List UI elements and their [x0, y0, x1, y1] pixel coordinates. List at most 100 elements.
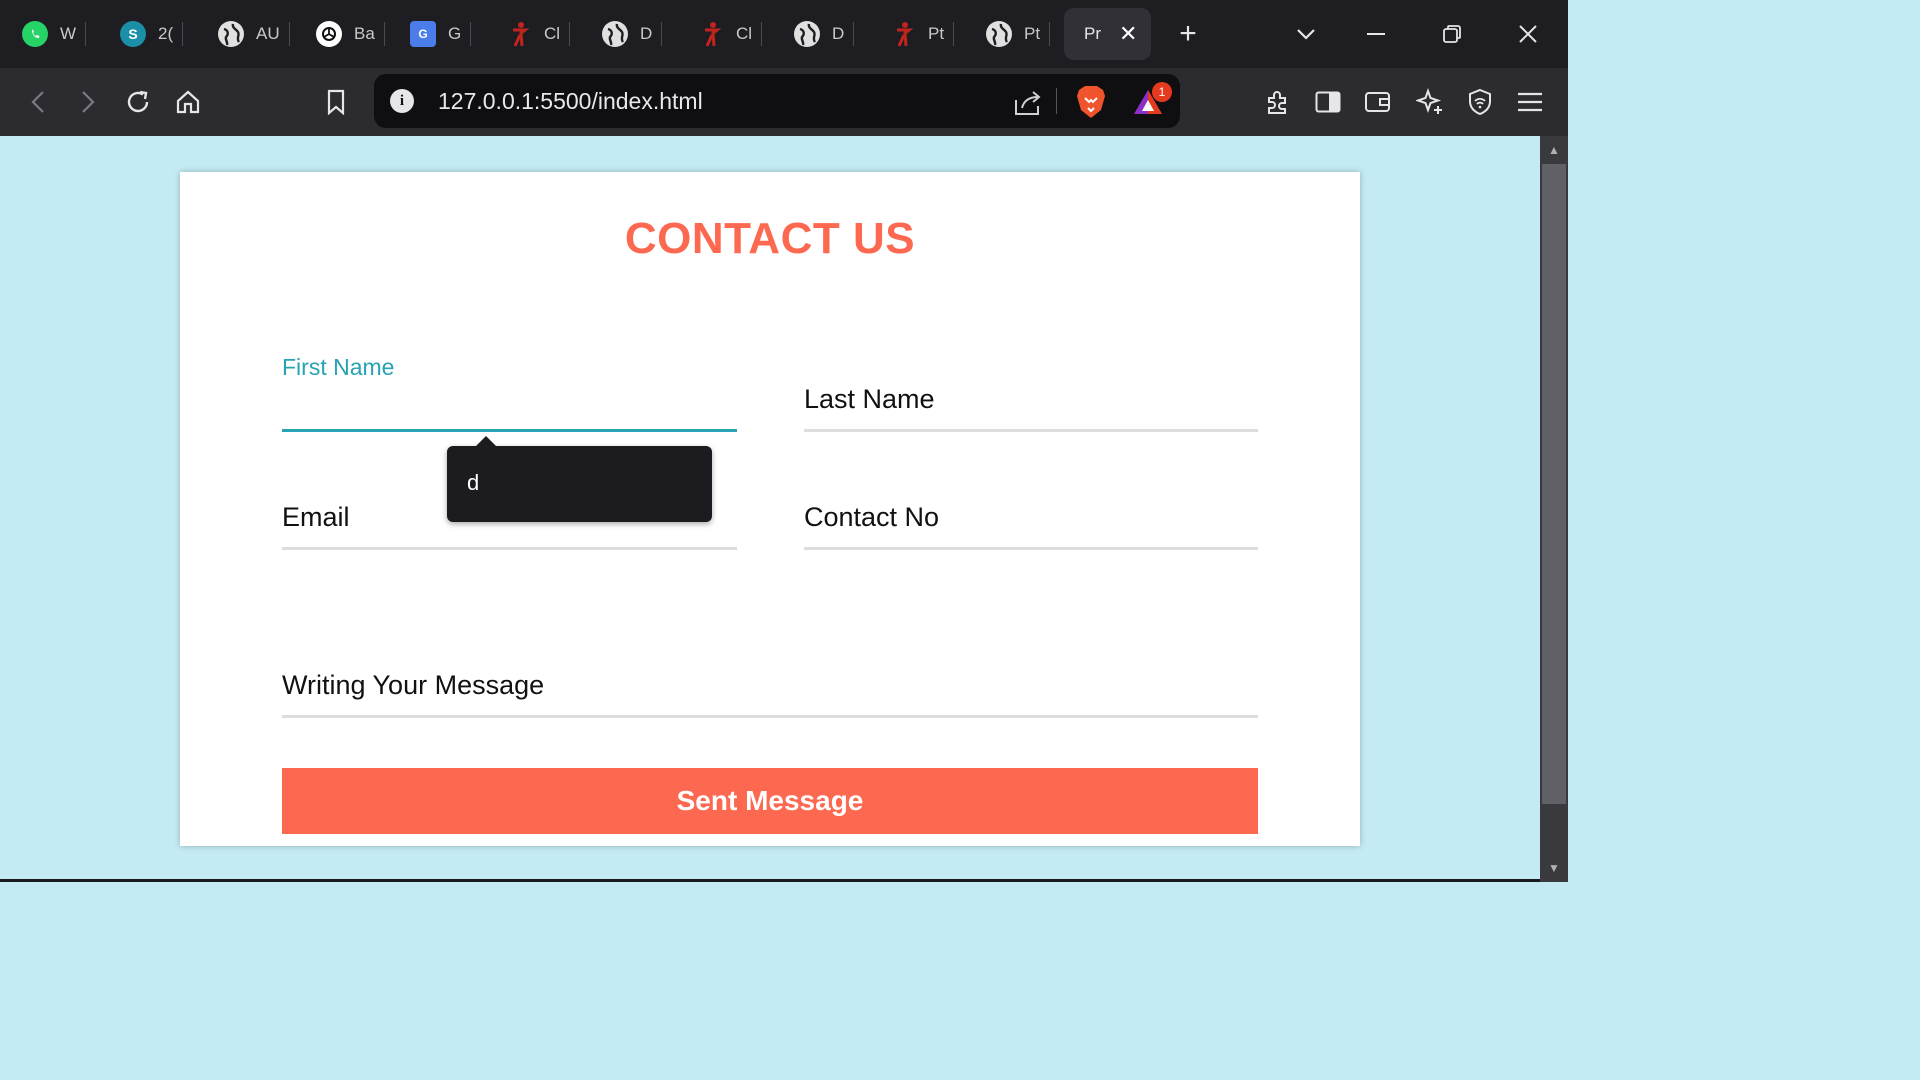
tab-item[interactable]: Ba: [316, 8, 385, 60]
globe-icon: [218, 21, 244, 47]
restore-button[interactable]: [1434, 16, 1470, 52]
field-underline: [282, 429, 737, 432]
scroll-up-icon[interactable]: ▲: [1540, 136, 1568, 164]
runner-icon: [698, 21, 724, 47]
bookmark-icon: [327, 89, 345, 115]
puzzle-icon: [1268, 91, 1286, 114]
wallet-icon: [1365, 92, 1390, 112]
extensions-button[interactable]: [1258, 82, 1298, 122]
browser-toolbar: i 127.0.0.1:5500/index.html 1: [0, 68, 1568, 136]
autocomplete-popup: d: [447, 436, 712, 522]
close-window-button[interactable]: [1510, 16, 1546, 52]
tab-title: W: [60, 24, 77, 43]
tab-title: D: [832, 24, 845, 43]
email-label: Email: [282, 502, 350, 532]
field-underline: [282, 715, 1258, 718]
window-border: [0, 879, 1540, 882]
message-field[interactable]: Writing Your Message: [282, 658, 1258, 718]
tab-item[interactable]: W: [22, 8, 87, 60]
tab-item[interactable]: AU: [218, 8, 290, 60]
minimize-button[interactable]: [1358, 16, 1394, 52]
tab-title: Cl: [736, 24, 753, 43]
globe-icon: [794, 21, 820, 47]
tab-separator: [953, 22, 955, 46]
first-name-label: First Name: [282, 354, 395, 380]
reload-icon: [127, 90, 149, 113]
autocomplete-suggestion[interactable]: d: [467, 470, 479, 496]
divider: [1056, 88, 1057, 114]
runner-icon: [890, 21, 916, 47]
field-underline: [804, 429, 1258, 432]
site-info-icon[interactable]: i: [390, 89, 414, 113]
forward-button[interactable]: [68, 82, 108, 122]
brave-shields-icon[interactable]: [1074, 84, 1108, 120]
tab-separator: [569, 22, 571, 46]
first-name-input[interactable]: [282, 392, 737, 428]
sidebar-icon: [1315, 91, 1341, 113]
first-name-field[interactable]: First Name: [282, 350, 737, 432]
vertical-scrollbar[interactable]: ▲ ▼: [1540, 136, 1568, 882]
leo-ai-button[interactable]: [1410, 82, 1450, 122]
last-name-field[interactable]: Last Name: [804, 372, 1258, 432]
tab-separator: [288, 22, 290, 46]
reload-button[interactable]: [118, 82, 158, 122]
notification-badge: 1: [1152, 82, 1172, 102]
menu-button[interactable]: [1510, 82, 1550, 122]
url-text[interactable]: 127.0.0.1:5500/index.html: [438, 88, 703, 115]
last-name-label: Last Name: [804, 384, 935, 414]
contact-no-field[interactable]: Contact No: [804, 490, 1258, 550]
tab-separator: [182, 22, 184, 46]
restore-icon: [1443, 25, 1461, 43]
field-underline: [282, 547, 737, 550]
chevron-down-icon: [1297, 29, 1315, 40]
arrow-left-icon: [31, 91, 44, 113]
scrollbar-thumb[interactable]: [1542, 164, 1566, 804]
tab-item[interactable]: Pt: [890, 8, 955, 60]
tab-separator: [1049, 22, 1051, 46]
tab-separator: [761, 22, 763, 46]
openai-icon: [316, 21, 342, 47]
tab-item[interactable]: D: [794, 8, 855, 60]
close-tab-icon[interactable]: ✕: [1119, 21, 1137, 47]
tab-title: D: [640, 24, 653, 43]
globe-icon: [986, 21, 1012, 47]
tab-item[interactable]: D: [602, 8, 663, 60]
send-message-button[interactable]: Sent Message: [282, 768, 1258, 834]
tab-item[interactable]: S 2(: [120, 8, 184, 60]
tab-separator: [470, 22, 472, 46]
runner-icon: [506, 21, 532, 47]
contact-form-card: CONTACT US First Name Last Name Email Co…: [180, 172, 1360, 846]
tab-list-button[interactable]: [1288, 16, 1324, 52]
bookmark-button[interactable]: [316, 82, 356, 122]
tab-strip: W S 2( AU Ba G G Cl D Cl D Pt Pt Pr ✕ +: [0, 0, 1568, 68]
new-tab-button[interactable]: +: [1170, 16, 1206, 52]
tab-separator: [383, 22, 385, 46]
sparkle-icon: [1416, 88, 1442, 114]
tab-title: G: [448, 24, 462, 43]
share-icon[interactable]: [1012, 86, 1044, 118]
tab-separator: [853, 22, 855, 46]
vpn-button[interactable]: [1460, 82, 1500, 122]
home-button[interactable]: [168, 82, 208, 122]
tab-title: AU: [256, 24, 280, 43]
address-bar[interactable]: i 127.0.0.1:5500/index.html 1: [374, 74, 1180, 128]
tab-separator: [85, 22, 87, 46]
home-icon: [176, 90, 200, 114]
tab-title: Pt: [928, 24, 945, 43]
tab-item[interactable]: Pt: [986, 8, 1051, 60]
sidebar-button[interactable]: [1308, 82, 1348, 122]
back-button[interactable]: [18, 82, 58, 122]
tab-active[interactable]: Pr ✕: [1064, 8, 1152, 60]
tab-item[interactable]: GG: [410, 8, 472, 60]
tab-item[interactable]: Cl: [506, 8, 571, 60]
tab-item[interactable]: Cl: [698, 8, 763, 60]
field-underline: [804, 547, 1258, 550]
tab-title: Ba: [354, 24, 375, 43]
close-icon: [1519, 25, 1537, 43]
tab-title: Pt: [1024, 24, 1041, 43]
translate-icon: G: [410, 21, 436, 47]
arrow-right-icon: [82, 91, 95, 113]
scroll-down-icon[interactable]: ▼: [1540, 854, 1568, 882]
wallet-button[interactable]: [1358, 82, 1398, 122]
sync-icon: S: [120, 21, 146, 47]
